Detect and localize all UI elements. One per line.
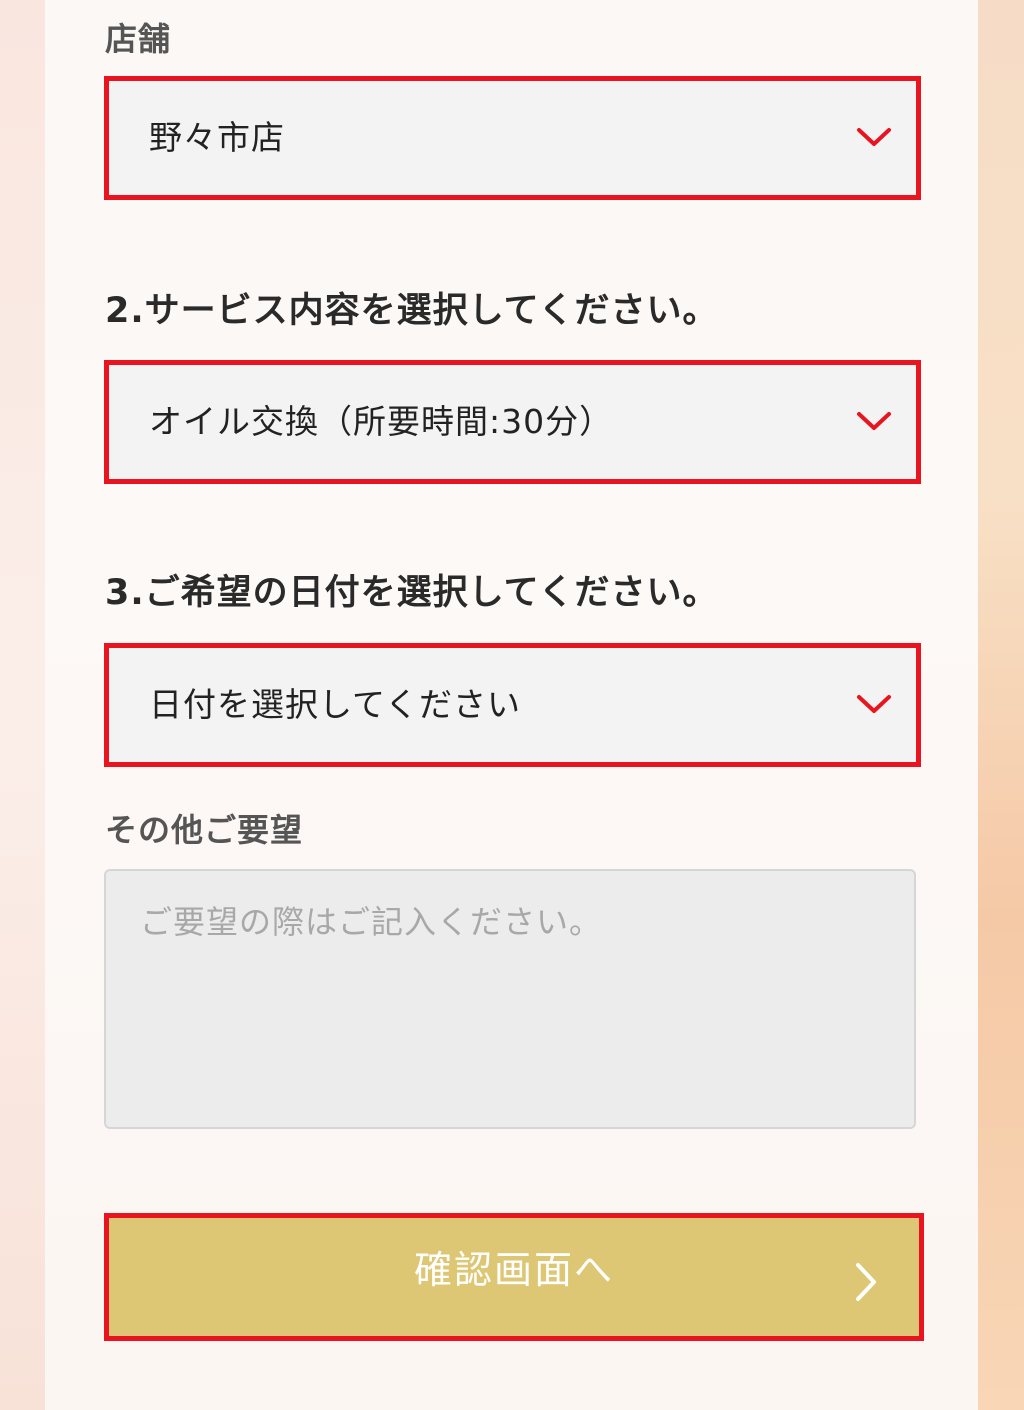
chevron-down-icon xyxy=(857,695,891,713)
confirm-button-label: 確認画面へ xyxy=(413,1248,614,1292)
background-right xyxy=(978,0,1024,1410)
background-left xyxy=(0,0,45,1410)
chevron-down-icon xyxy=(857,128,891,146)
date-select[interactable]: 日付を選択してください xyxy=(104,643,921,767)
chevron-right-icon xyxy=(856,1263,876,1301)
store-select[interactable]: 野々市店 xyxy=(104,76,921,200)
date-heading: 3.ご希望の日付を選択してください。 xyxy=(105,573,719,613)
store-label: 店舗 xyxy=(105,20,172,58)
store-select-value: 野々市店 xyxy=(149,118,285,157)
confirm-button[interactable]: 確認画面へ xyxy=(104,1213,924,1341)
requests-label: その他ご要望 xyxy=(105,811,304,849)
service-select[interactable]: オイル交換（所要時間:30分） xyxy=(104,360,921,484)
date-select-value: 日付を選択してください xyxy=(149,685,522,724)
service-select-value: オイル交換（所要時間:30分） xyxy=(149,402,614,441)
requests-textarea[interactable]: ご要望の際はご記入ください。 xyxy=(104,869,916,1129)
chevron-down-icon xyxy=(857,412,891,430)
service-heading: 2.サービス内容を選択してください。 xyxy=(105,291,719,331)
